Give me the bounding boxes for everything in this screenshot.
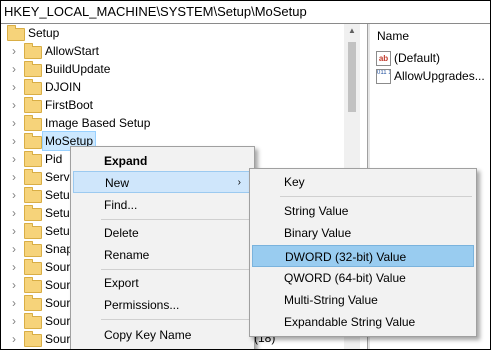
folder-icon (24, 277, 42, 293)
folder-icon (24, 241, 42, 257)
chevron-right-icon[interactable]: › (9, 330, 19, 348)
menu-item-export[interactable]: Export (73, 272, 252, 294)
folder-icon (24, 295, 42, 311)
folder-icon (7, 25, 25, 41)
scrollbar-thumb[interactable] (348, 42, 356, 112)
column-header-name[interactable]: Name (377, 29, 409, 43)
submenu-item-string-value[interactable]: String Value (252, 200, 474, 222)
chevron-right-icon[interactable]: › (9, 150, 19, 168)
tree-item-label: Sour (45, 332, 71, 346)
tree-item-label: Snap (45, 242, 74, 256)
folder-icon (24, 331, 42, 347)
folder-icon (24, 169, 42, 185)
chevron-right-icon[interactable]: › (9, 276, 19, 294)
menu-item-rename[interactable]: Rename (73, 244, 252, 266)
chevron-right-icon[interactable]: › (9, 240, 19, 258)
address-bar[interactable]: HKEY_LOCAL_MACHINE\SYSTEM\Setup\MoSetup (1, 1, 490, 24)
new-submenu: Key String Value Binary Value DWORD (32-… (249, 168, 477, 337)
tree-item-label: DJOIN (45, 80, 81, 94)
submenu-item-binary-value[interactable]: Binary Value (252, 222, 474, 244)
folder-icon (24, 151, 42, 167)
tree-item-label: AllowStart (45, 44, 100, 58)
tree-item-label: Sour (45, 278, 71, 292)
folder-icon (24, 61, 42, 77)
context-menu: Expand New › Find... Delete Rename Export… (70, 146, 255, 349)
menu-item-copy-key-name[interactable]: Copy Key Name (73, 324, 252, 346)
tree-item-label: Image Based Setup (45, 116, 151, 130)
submenu-item-qword-value[interactable]: QWORD (64-bit) Value (252, 267, 474, 289)
chevron-right-icon[interactable]: › (9, 42, 19, 60)
chevron-right-icon[interactable]: › (9, 168, 19, 186)
folder-icon (24, 43, 42, 59)
chevron-right-icon[interactable]: › (9, 114, 19, 132)
chevron-right-icon[interactable]: › (9, 186, 19, 204)
menu-item-expand[interactable]: Expand (73, 150, 252, 172)
submenu-item-expandable-string-value[interactable]: Expandable String Value (252, 311, 474, 333)
menu-separator (101, 269, 250, 270)
folder-icon (24, 79, 42, 95)
chevron-right-icon[interactable]: › (9, 222, 19, 240)
menu-separator (101, 219, 250, 220)
binary-value-icon: 011 110 (376, 69, 391, 84)
folder-icon (24, 313, 42, 329)
chevron-right-icon[interactable]: › (9, 294, 19, 312)
submenu-item-key[interactable]: Key (252, 171, 474, 193)
chevron-right-icon[interactable]: › (9, 132, 19, 150)
chevron-right-icon[interactable]: › (9, 204, 19, 222)
chevron-right-icon[interactable]: › (9, 312, 19, 330)
menu-item-delete[interactable]: Delete (73, 222, 252, 244)
chevron-right-icon[interactable]: › (9, 78, 19, 96)
menu-separator (101, 319, 250, 320)
tree-item-label: Servi (45, 170, 73, 184)
tree-item-label: Sour (45, 296, 71, 310)
menu-separator (280, 196, 472, 197)
chevron-right-icon[interactable]: › (9, 60, 19, 78)
menu-item-permissions[interactable]: Permissions... (73, 294, 252, 316)
tree-item-label: Pid (45, 152, 63, 166)
folder-icon (24, 97, 42, 113)
tree-item-label: BuildUpdate (45, 62, 111, 76)
folder-icon (24, 115, 42, 131)
scroll-up-icon[interactable]: ▲ (344, 24, 360, 38)
string-value-icon: ab (376, 51, 391, 66)
tree-item-label: Sour (45, 260, 71, 274)
folder-icon (24, 133, 42, 149)
tree-item-label: Sour (45, 314, 71, 328)
submenu-item-multi-string-value[interactable]: Multi-String Value (252, 289, 474, 311)
submenu-item-dword-value[interactable]: DWORD (32-bit) Value (252, 245, 474, 267)
folder-icon (24, 223, 42, 239)
tree-item-label: FirstBoot (45, 98, 94, 112)
chevron-right-icon[interactable]: › (9, 96, 19, 114)
menu-item-new[interactable]: New › (73, 171, 252, 193)
menu-item-find[interactable]: Find... (73, 194, 252, 216)
registry-editor-window: HKEY_LOCAL_MACHINE\SYSTEM\Setup\MoSetup … (0, 0, 491, 350)
folder-icon (24, 205, 42, 221)
folder-icon (24, 187, 42, 203)
folder-icon (24, 259, 42, 275)
submenu-arrow-icon: › (237, 177, 241, 188)
chevron-right-icon[interactable]: › (9, 258, 19, 276)
